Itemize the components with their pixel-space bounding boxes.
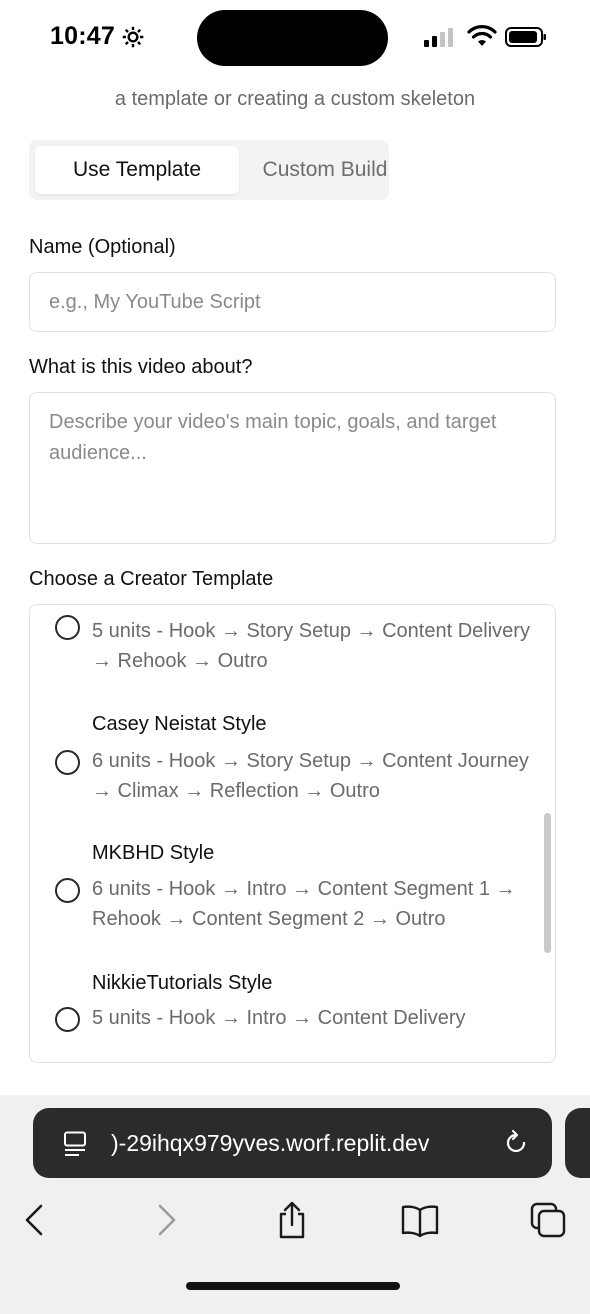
- gear-icon: [122, 26, 144, 48]
- scrollbar[interactable]: [544, 813, 551, 953]
- tab-use-template[interactable]: Use Template: [35, 146, 239, 194]
- template-name: Casey Neistat Style: [92, 713, 267, 735]
- template-radio[interactable]: [55, 878, 80, 903]
- template-name: MKBHD Style: [92, 842, 215, 864]
- template-description: 5 units - Hook → Story Setup → Content D…: [92, 620, 530, 672]
- next-tab-preview[interactable]: [565, 1108, 590, 1178]
- template-radio[interactable]: [55, 615, 80, 640]
- template-description: 5 units - Hook → Intro → Content Deliver…: [92, 1007, 466, 1029]
- template-radio[interactable]: [55, 750, 80, 775]
- back-icon[interactable]: [15, 1200, 55, 1240]
- template-description: 6 units - Hook → Intro → Content Segment…: [92, 878, 516, 930]
- mode-tabs: Use Template Custom Build: [29, 140, 389, 200]
- status-bar: 10:47: [0, 0, 590, 80]
- status-time: 10:47: [50, 22, 115, 50]
- tab-custom-build[interactable]: Custom Build: [239, 146, 411, 194]
- about-label: What is this video about?: [29, 356, 253, 378]
- battery-icon: [505, 27, 546, 47]
- bookmarks-icon[interactable]: [400, 1200, 440, 1240]
- signal-icon: [424, 28, 453, 47]
- template-list[interactable]: 5 units - Hook → Story Setup → Content D…: [29, 604, 556, 1063]
- home-indicator: [186, 1282, 400, 1290]
- name-input[interactable]: [29, 272, 556, 332]
- page-menu-icon[interactable]: [63, 1131, 87, 1157]
- template-label: Choose a Creator Template: [29, 568, 274, 590]
- share-icon[interactable]: [272, 1200, 312, 1240]
- wifi-icon: [467, 25, 497, 46]
- template-name: NikkieTutorials Style: [92, 972, 273, 994]
- reload-icon[interactable]: [502, 1129, 530, 1157]
- template-radio[interactable]: [55, 1007, 80, 1032]
- url-text[interactable]: )-29ihqx979yves.worf.replit.dev: [111, 1108, 429, 1178]
- form-subtitle: a template or creating a custom skeleton: [114, 88, 476, 110]
- name-label: Name (Optional): [29, 236, 176, 258]
- tabs-icon[interactable]: [528, 1200, 568, 1240]
- url-bar[interactable]: )-29ihqx979yves.worf.replit.dev: [33, 1108, 552, 1178]
- dynamic-island: [197, 10, 388, 66]
- forward-icon[interactable]: [146, 1200, 186, 1240]
- template-description: 6 units - Hook → Story Setup → Content J…: [92, 750, 529, 802]
- about-textarea[interactable]: [29, 392, 556, 544]
